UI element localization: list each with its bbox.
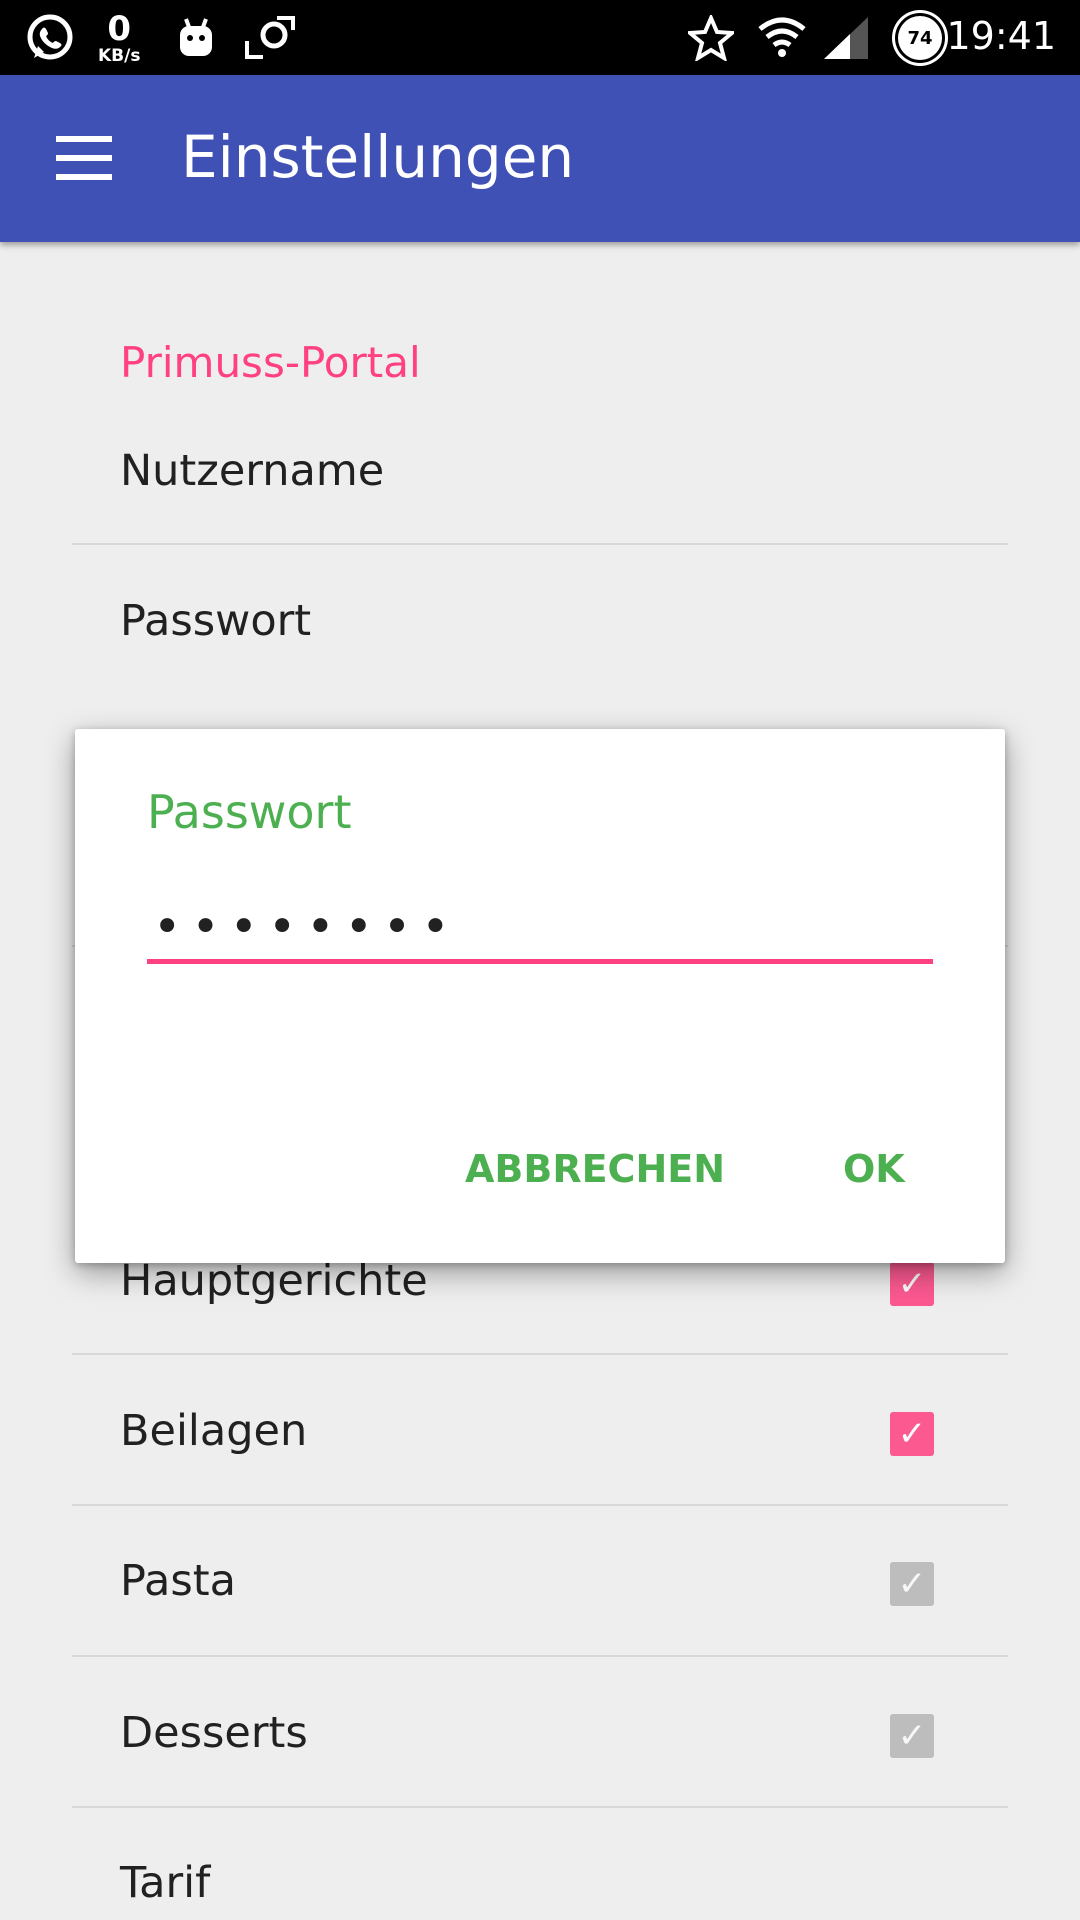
network-speed-value: 0 bbox=[107, 8, 132, 49]
status-bar: 0 KB/s 74 19:41 bbox=[0, 0, 1080, 75]
divider bbox=[72, 1806, 1008, 1808]
preference-desserts[interactable]: Desserts ✓ bbox=[0, 1702, 1080, 1802]
preference-label: Tarif bbox=[120, 1858, 211, 1908]
signal-icon bbox=[822, 10, 870, 66]
preference-username[interactable]: Nutzername bbox=[0, 440, 1080, 544]
preference-label: Passwort bbox=[120, 596, 312, 646]
preference-category-title: Primuss-Portal bbox=[120, 338, 421, 387]
preference-beilagen[interactable]: Beilagen ✓ bbox=[0, 1400, 1080, 1500]
hamburger-menu-icon[interactable] bbox=[56, 136, 112, 180]
divider bbox=[72, 543, 1008, 545]
preference-label: Desserts bbox=[120, 1708, 308, 1758]
password-input[interactable] bbox=[147, 894, 933, 964]
divider bbox=[72, 1504, 1008, 1506]
divider bbox=[72, 1655, 1008, 1657]
preference-label: Beilagen bbox=[120, 1406, 308, 1456]
preference-label: Hauptgerichte bbox=[120, 1256, 428, 1306]
preference-hauptgerichte[interactable]: Hauptgerichte ✓ bbox=[0, 1250, 1080, 1350]
checkbox-unchecked[interactable]: ✓ bbox=[890, 1714, 934, 1758]
preference-label: Nutzername bbox=[120, 446, 385, 496]
network-speed-unit: KB/s bbox=[98, 45, 141, 66]
checkbox-unchecked[interactable]: ✓ bbox=[890, 1562, 934, 1606]
preference-label: Pasta bbox=[120, 1556, 236, 1606]
battery-icon: 74 bbox=[898, 10, 942, 66]
screenshot-icon bbox=[244, 10, 296, 66]
cancel-button[interactable]: ABBRECHEN bbox=[449, 1139, 741, 1199]
checkbox-checked[interactable]: ✓ bbox=[890, 1412, 934, 1456]
star-icon bbox=[688, 10, 734, 66]
network-speed: 0 KB/s bbox=[98, 10, 140, 66]
whatsapp-icon bbox=[24, 10, 76, 66]
battery-level: 74 bbox=[898, 16, 942, 60]
divider bbox=[72, 1353, 1008, 1355]
preference-tarif[interactable]: Tarif bbox=[0, 1852, 1080, 1920]
app-bar: Einstellungen bbox=[0, 75, 1080, 242]
android-icon bbox=[176, 10, 216, 66]
checkbox-checked[interactable]: ✓ bbox=[890, 1262, 934, 1306]
wifi-icon bbox=[756, 10, 808, 66]
ok-button[interactable]: OK bbox=[827, 1139, 921, 1199]
page-title: Einstellungen bbox=[181, 123, 575, 191]
password-dialog: Passwort ABBRECHEN OK bbox=[75, 729, 1005, 1263]
clock: 19:41 bbox=[946, 14, 1056, 58]
preference-pasta[interactable]: Pasta ✓ bbox=[0, 1550, 1080, 1650]
preference-password[interactable]: Passwort bbox=[0, 590, 1080, 710]
dialog-title: Passwort bbox=[147, 785, 352, 839]
